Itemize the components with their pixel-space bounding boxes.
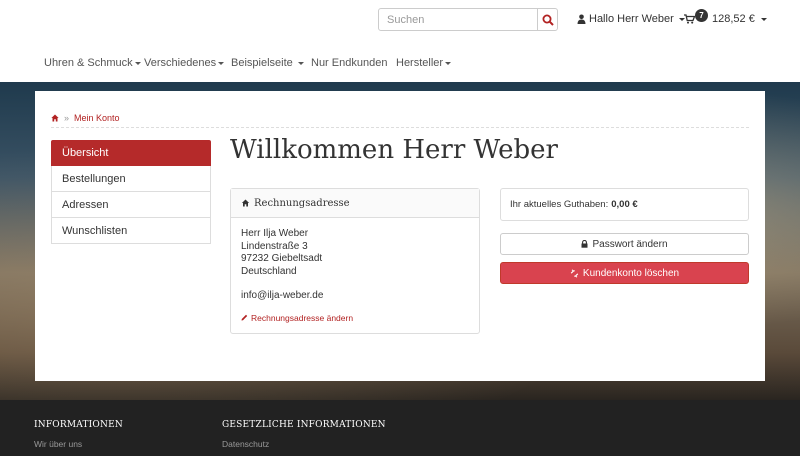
footer: INFORMATIONEN Wir über uns GESETZLICHE I… [0,400,800,456]
billing-address-panel: Rechnungsadresse Herr Ilja Weber Lindens… [230,188,480,334]
nav-item-nur-endkunden[interactable]: Nur Endkunden [311,57,387,69]
nav-item-beispielseite[interactable]: Beispielseite [231,57,304,69]
cart-icon [684,14,695,24]
sidebar-item-label: Wunschlisten [62,224,128,237]
edit-address-link[interactable]: Rechnungsadresse ändern [241,312,469,325]
delete-account-label: Kundenkonto löschen [582,267,680,279]
credit-value: 0,00 € [611,199,638,210]
edit-address-label: Rechnungsadresse ändern [251,312,354,323]
search-button[interactable] [537,9,557,30]
caret-down-icon [445,61,452,65]
sidebar-item-adressen[interactable]: Adressen [51,192,211,218]
pencil-icon [241,315,248,321]
cart-count-badge: 7 [695,8,708,22]
caret-down-icon [218,61,225,65]
cart-menu[interactable]: 7 128,52 € [684,8,767,25]
address-street: Lindenstraße 3 [241,240,308,252]
breadcrumb: » Mein Konto [51,113,120,123]
footer-link-wir-ueber-uns[interactable]: Wir über uns [34,439,123,449]
nav-item-verschiedenes[interactable]: Verschiedenes [144,57,225,69]
address-body: Herr Ilja Weber Lindenstraße 3 97232 Gie… [231,218,479,334]
change-password-button[interactable]: Passwort ändern [500,233,749,255]
lock-icon [581,240,588,248]
user-icon [577,14,586,24]
nav-label: Hersteller [396,57,444,69]
footer-heading: GESETZLICHE INFORMATIONEN [222,420,386,430]
address-country: Deutschland [241,265,297,277]
main-nav: Uhren & Schmuck Verschiedenes Beispielse… [0,40,800,82]
page-title: Willkommen Herr Weber [230,135,558,165]
search-input[interactable] [379,9,537,30]
sidebar-item-bestellungen[interactable]: Bestellungen [51,166,211,192]
address-city: 97232 Giebeltsadt [241,253,323,264]
address-email: info@ilja-weber.de [241,290,324,301]
footer-link-datenschutz[interactable]: Datenschutz [222,439,386,449]
footer-column-gesetzliche: GESETZLICHE INFORMATIONEN Datenschutz [222,420,386,449]
nav-label: Nur Endkunden [311,57,388,69]
search-icon [542,14,554,26]
home-icon[interactable] [51,114,59,122]
account-card: » Mein Konto Übersicht Bestellungen Adre… [35,91,765,381]
footer-column-informationen: INFORMATIONEN Wir über uns [34,420,123,449]
unlink-icon [570,268,579,278]
footer-heading: INFORMATIONEN [34,420,123,430]
sidebar-item-label: Bestellungen [62,172,126,185]
credit-balance: Ihr aktuelles Guthaben: 0,00 € [500,188,749,221]
divider [51,127,749,128]
breadcrumb-separator: » [64,113,70,123]
caret-down-icon [760,17,767,21]
nav-label: Uhren & Schmuck [44,57,133,69]
nav-label: Beispielseite [231,57,293,69]
change-password-label: Passwort ändern [592,238,668,250]
panel-heading: Rechnungsadresse [231,189,479,218]
caret-down-icon [297,61,304,65]
credit-label: Ihr aktuelles Guthaben: [510,199,609,210]
caret-down-icon [134,61,141,65]
delete-account-button[interactable]: Kundenkonto löschen [500,262,749,284]
breadcrumb-current[interactable]: Mein Konto [74,113,120,123]
home-icon [241,199,250,207]
nav-item-uhren-schmuck[interactable]: Uhren & Schmuck [44,57,141,69]
user-label: Hallo Herr Weber [589,13,674,25]
sidebar-item-uebersicht[interactable]: Übersicht [51,140,211,166]
user-menu[interactable]: Hallo Herr Weber [577,13,685,25]
panel-heading-label: Rechnungsadresse [254,197,350,209]
sidebar-item-label: Adressen [62,198,109,211]
address-name: Herr Ilja Weber [241,228,309,239]
search-box [378,8,558,31]
cart-total: 128,52 € [712,13,755,25]
sidebar-item-label: Übersicht [62,147,109,159]
account-sidebar: Übersicht Bestellungen Adressen Wunschli… [51,140,211,244]
nav-item-hersteller[interactable]: Hersteller [396,57,452,69]
sidebar-item-wunschlisten[interactable]: Wunschlisten [51,218,211,244]
nav-label: Verschiedenes [144,57,217,69]
top-bar: Hallo Herr Weber 7 128,52 € [0,0,800,40]
